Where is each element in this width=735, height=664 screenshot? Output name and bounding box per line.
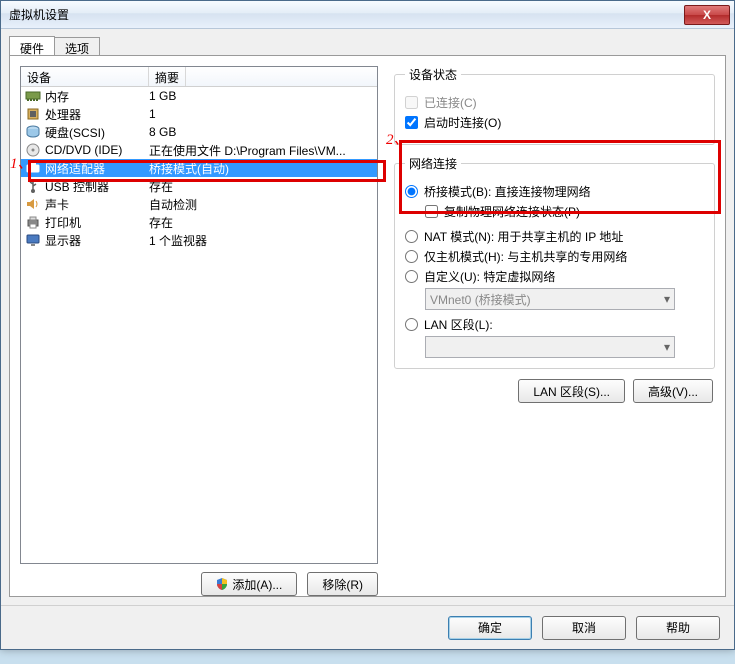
device-status-legend: 设备状态 — [405, 66, 461, 83]
device-summary: 1 — [149, 107, 377, 121]
connect-at-power-input[interactable] — [405, 116, 418, 129]
network-legend: 网络连接 — [405, 155, 461, 172]
device-summary: 存在 — [149, 178, 377, 195]
col-device[interactable]: 设备 — [21, 67, 149, 86]
device-status-group: 设备状态 已连接(C) 启动时连接(O) — [394, 66, 715, 145]
replicate-input[interactable] — [425, 205, 438, 218]
display-icon — [25, 232, 41, 248]
close-button[interactable]: X — [684, 5, 730, 25]
connected-checkbox[interactable]: 已连接(C) — [405, 94, 704, 111]
lanseg-input[interactable] — [405, 318, 418, 331]
dialog-footer: 确定 取消 帮助 — [1, 605, 734, 649]
uac-shield-icon — [216, 578, 228, 590]
vm-settings-window: 虚拟机设置 X 硬件 选项 设备 摘要 内存1 GB处理器1硬盘(SCSI)8 … — [0, 0, 735, 650]
device-summary: 1 个监视器 — [149, 232, 377, 249]
help-button[interactable]: 帮助 — [636, 616, 720, 640]
device-summary: 正在使用文件 D:\Program Files\VM... — [149, 142, 377, 159]
net-icon — [25, 160, 41, 176]
cd-icon — [25, 142, 41, 158]
bridged-input[interactable] — [405, 185, 418, 198]
bridged-radio[interactable]: 桥接模式(B): 直接连接物理网络 — [405, 183, 704, 200]
device-row-printer[interactable]: 打印机 存在 — [21, 213, 377, 231]
device-row-cpu[interactable]: 处理器 1 — [21, 105, 377, 123]
connected-input — [405, 96, 418, 109]
sound-icon — [25, 196, 41, 212]
device-name: 显示器 — [45, 232, 81, 249]
replicate-label: 复制物理网络连接状态(P) — [444, 203, 580, 220]
device-name: 声卡 — [45, 196, 69, 213]
device-row-disk[interactable]: 硬盘(SCSI) 8 GB — [21, 123, 377, 141]
cancel-button[interactable]: 取消 — [542, 616, 626, 640]
nat-input[interactable] — [405, 230, 418, 243]
device-row-memory[interactable]: 内存 1 GB — [21, 87, 377, 105]
titlebar[interactable]: 虚拟机设置 X — [1, 1, 734, 29]
lanseg-radio[interactable]: LAN 区段(L): — [405, 316, 704, 333]
right-buttons: LAN 区段(S)... 高级(V)... — [392, 379, 713, 403]
remove-button[interactable]: 移除(R) — [307, 572, 378, 596]
custom-label: 自定义(U): 特定虚拟网络 — [424, 268, 555, 285]
device-row-usb[interactable]: USB 控制器 存在 — [21, 177, 377, 195]
printer-icon — [25, 214, 41, 230]
connected-label: 已连接(C) — [424, 94, 477, 111]
connect-at-power-checkbox[interactable]: 启动时连接(O) — [405, 114, 704, 131]
col-summary[interactable]: 摘要 — [149, 67, 186, 86]
device-name: 网络适配器 — [45, 160, 105, 177]
device-name: 打印机 — [45, 214, 81, 231]
add-button-label: 添加(A)... — [232, 576, 282, 593]
add-button[interactable]: 添加(A)... — [201, 572, 297, 596]
device-name: USB 控制器 — [45, 178, 109, 195]
device-name: CD/DVD (IDE) — [45, 143, 122, 157]
cpu-icon — [25, 106, 41, 122]
list-header: 设备 摘要 — [21, 67, 377, 87]
connect-at-power-label: 启动时连接(O) — [424, 114, 501, 131]
hostonly-input[interactable] — [405, 250, 418, 263]
right-pane: 设备状态 已连接(C) 启动时连接(O) 网络连接 桥接模式(B): 直接连接物… — [392, 62, 717, 588]
dialog-body: 硬件 选项 设备 摘要 内存1 GB处理器1硬盘(SCSI)8 GBCD/DVD… — [1, 29, 734, 605]
lan-combo: ▾ — [425, 336, 675, 358]
device-summary: 自动检测 — [149, 196, 377, 213]
custom-input[interactable] — [405, 270, 418, 283]
device-row-net[interactable]: 网络适配器 桥接模式(自动) — [21, 159, 377, 177]
device-row-display[interactable]: 显示器 1 个监视器 — [21, 231, 377, 249]
tab-page: 设备 摘要 内存 1 GB 处理器 1 硬盘(SCSI) 8 GB CD/DVD (IDE)… — [9, 55, 726, 597]
chevron-down-icon: ▾ — [664, 292, 670, 306]
device-name: 内存 — [45, 88, 69, 105]
device-list: 设备 摘要 内存 1 GB 处理器 1 硬盘(SCSI) 8 GB CD/DVD (IDE)… — [20, 66, 378, 564]
hostonly-radio[interactable]: 仅主机模式(H): 与主机共享的专用网络 — [405, 248, 704, 265]
chevron-down-icon: ▾ — [664, 340, 670, 354]
advanced-button[interactable]: 高级(V)... — [633, 379, 713, 403]
hostonly-label: 仅主机模式(H): 与主机共享的专用网络 — [424, 248, 627, 265]
window-title: 虚拟机设置 — [9, 6, 684, 23]
device-row-sound[interactable]: 声卡 自动检测 — [21, 195, 377, 213]
device-row-cd[interactable]: CD/DVD (IDE) 正在使用文件 D:\Program Files\VM..… — [21, 141, 377, 159]
memory-icon — [25, 88, 41, 104]
nat-label: NAT 模式(N): 用于共享主机的 IP 地址 — [424, 228, 623, 245]
network-connection-group: 网络连接 桥接模式(B): 直接连接物理网络 复制物理网络连接状态(P) NAT… — [394, 155, 715, 369]
lan-segments-button[interactable]: LAN 区段(S)... — [518, 379, 625, 403]
left-buttons: 添加(A)... 移除(R) — [20, 572, 378, 596]
ok-button[interactable]: 确定 — [448, 616, 532, 640]
bridged-label: 桥接模式(B): 直接连接物理网络 — [424, 183, 591, 200]
device-name: 硬盘(SCSI) — [45, 124, 105, 141]
custom-radio[interactable]: 自定义(U): 特定虚拟网络 — [405, 268, 704, 285]
lanseg-label: LAN 区段(L): — [424, 316, 493, 333]
device-rows: 内存 1 GB 处理器 1 硬盘(SCSI) 8 GB CD/DVD (IDE) 正在使用文件… — [21, 87, 377, 249]
usb-icon — [25, 178, 41, 194]
nat-radio[interactable]: NAT 模式(N): 用于共享主机的 IP 地址 — [405, 228, 704, 245]
device-summary: 存在 — [149, 214, 377, 231]
disk-icon — [25, 124, 41, 140]
device-name: 处理器 — [45, 106, 81, 123]
device-summary: 8 GB — [149, 125, 377, 139]
replicate-checkbox[interactable]: 复制物理网络连接状态(P) — [425, 203, 704, 220]
custom-combo-value: VMnet0 (桥接模式) — [430, 291, 531, 308]
device-summary: 1 GB — [149, 89, 377, 103]
device-summary: 桥接模式(自动) — [149, 160, 377, 177]
custom-combo: VMnet0 (桥接模式) ▾ — [425, 288, 675, 310]
